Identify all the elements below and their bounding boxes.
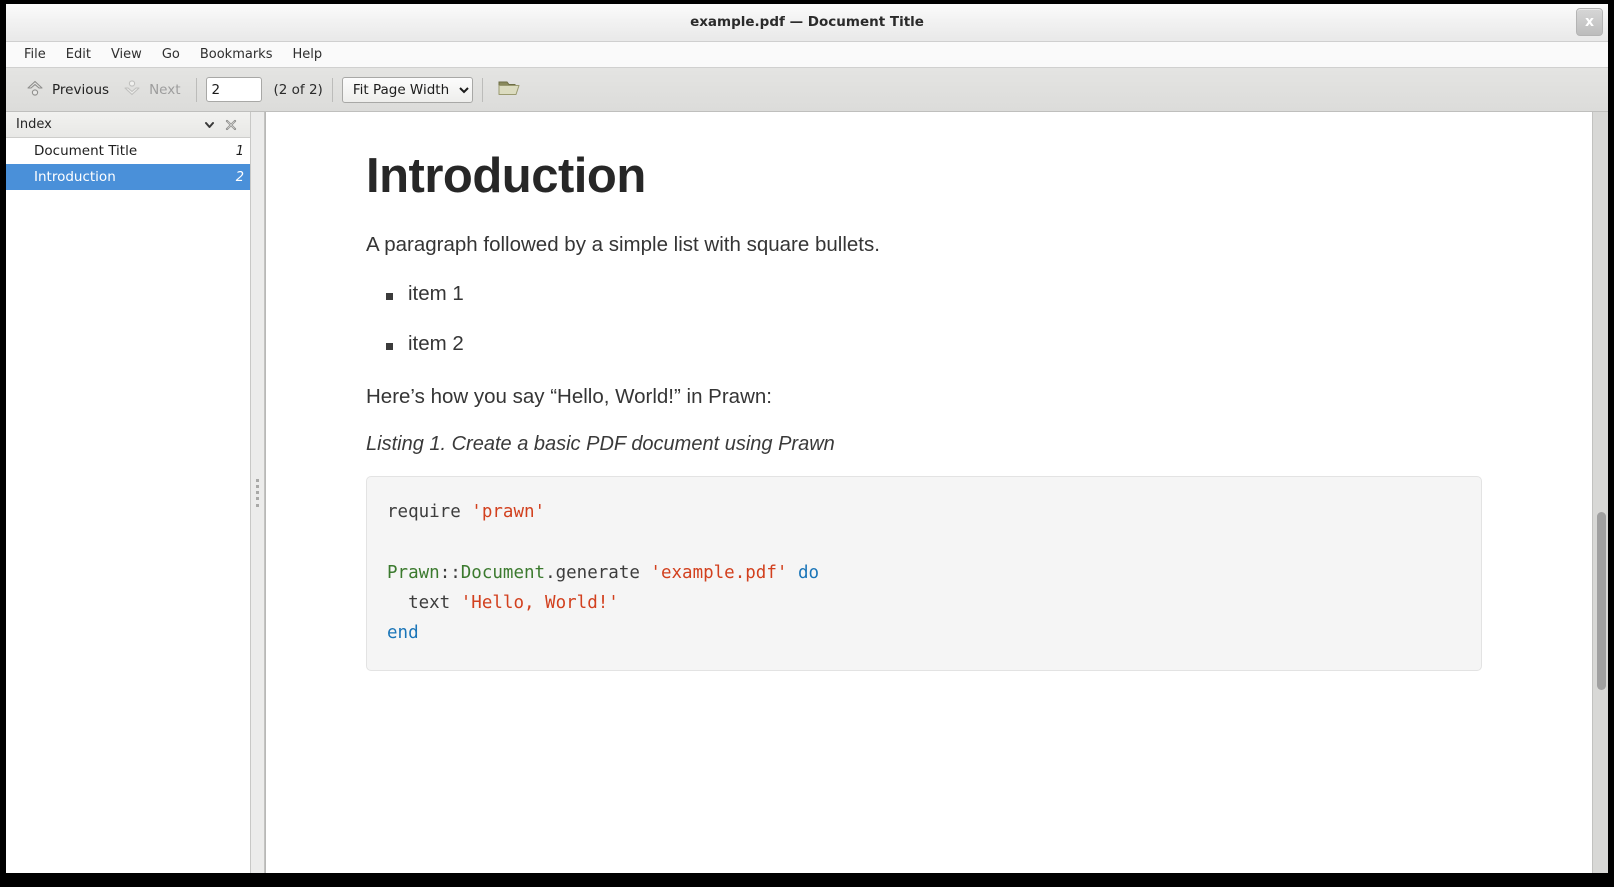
menu-item-go[interactable]: Go xyxy=(152,45,190,64)
chevron-up-icon xyxy=(24,77,46,103)
title-bar: example.pdf — Document Title x xyxy=(6,4,1608,42)
code-token xyxy=(787,563,798,583)
code-block: require 'prawn' Prawn::Document.generate… xyxy=(366,476,1482,670)
page-content: Introduction A paragraph followed by a s… xyxy=(266,112,1592,671)
sidebar-item-document-title[interactable]: Document Title 1 xyxy=(6,138,250,164)
paragraph-hello-world: Here’s how you say “Hello, World!” in Pr… xyxy=(366,382,1512,412)
main-area: Index Document Title 1 xyxy=(6,112,1608,873)
window-title: example.pdf — Document Title xyxy=(6,4,1608,41)
folder-icon xyxy=(497,77,523,103)
code-token: 'example.pdf' xyxy=(650,563,787,583)
sidebar-item-introduction[interactable]: Introduction 2 xyxy=(6,164,250,190)
vertical-scrollbar[interactable] xyxy=(1592,112,1608,873)
menu-item-help[interactable]: Help xyxy=(282,45,332,64)
chevron-down-icon[interactable] xyxy=(198,115,220,135)
sidebar-header: Index xyxy=(6,112,250,138)
sidebar-item-label: Document Title xyxy=(34,143,228,159)
index-sidebar: Index Document Title 1 xyxy=(6,112,251,873)
list-item: item 2 xyxy=(366,332,1512,356)
sidebar-item-page: 1 xyxy=(228,144,244,159)
menu-item-file[interactable]: File xyxy=(14,45,56,64)
document-view: Introduction A paragraph followed by a s… xyxy=(265,112,1608,873)
code-token: require xyxy=(387,502,471,522)
code-token: :: xyxy=(440,563,461,583)
toolbar-separator-3 xyxy=(482,78,483,102)
sidebar-splitter[interactable] xyxy=(251,112,265,873)
open-file-button[interactable] xyxy=(492,74,528,106)
next-page-label: Next xyxy=(149,82,180,98)
menu-bar: File Edit View Go Bookmarks Help xyxy=(6,42,1608,68)
code-token: text xyxy=(387,593,461,613)
code-token: 'prawn' xyxy=(471,502,545,522)
scrollbar-thumb[interactable] xyxy=(1597,512,1606,690)
splitter-grip xyxy=(256,479,259,507)
zoom-level-select[interactable]: Fit Page WidthFit Page50%75%100%125%150%… xyxy=(342,77,473,103)
toolbar: Previous Next (2 of 2) Fit Page WidthFit… xyxy=(6,68,1608,112)
bullet-list: item 1 item 2 xyxy=(366,282,1512,356)
pdf-page: Introduction A paragraph followed by a s… xyxy=(266,112,1592,873)
code-token: do xyxy=(798,563,819,583)
list-item: item 1 xyxy=(366,282,1512,306)
menu-item-bookmarks[interactable]: Bookmarks xyxy=(190,45,283,64)
code-token: .generate xyxy=(545,563,650,583)
sidebar-title: Index xyxy=(16,117,198,132)
code-token: 'Hello, World!' xyxy=(461,593,619,613)
next-page-button[interactable]: Next xyxy=(115,74,186,106)
application-window: example.pdf — Document Title x File Edit… xyxy=(6,4,1608,873)
toolbar-separator-2 xyxy=(332,78,333,102)
menu-item-view[interactable]: View xyxy=(101,45,152,64)
paragraph-intro: A paragraph followed by a simple list wi… xyxy=(366,230,1512,260)
page-title: Introduction xyxy=(366,148,1512,204)
code-token: Document xyxy=(461,563,545,583)
page-number-input[interactable] xyxy=(206,77,262,102)
chevron-down-icon xyxy=(121,77,143,103)
code-token: Prawn xyxy=(387,563,440,583)
previous-page-label: Previous xyxy=(52,82,109,98)
sidebar-item-label: Introduction xyxy=(34,169,228,185)
index-list: Document Title 1 Introduction 2 xyxy=(6,138,250,873)
page-count-label: (2 of 2) xyxy=(274,82,323,98)
toolbar-separator-1 xyxy=(196,78,197,102)
menu-item-edit[interactable]: Edit xyxy=(56,45,101,64)
close-window-button[interactable]: x xyxy=(1576,8,1603,36)
previous-page-button[interactable]: Previous xyxy=(18,74,115,106)
close-sidebar-icon[interactable] xyxy=(220,115,242,135)
listing-caption: Listing 1. Create a basic PDF document u… xyxy=(366,433,1512,456)
code-token: end xyxy=(387,623,419,643)
sidebar-item-page: 2 xyxy=(228,170,244,185)
